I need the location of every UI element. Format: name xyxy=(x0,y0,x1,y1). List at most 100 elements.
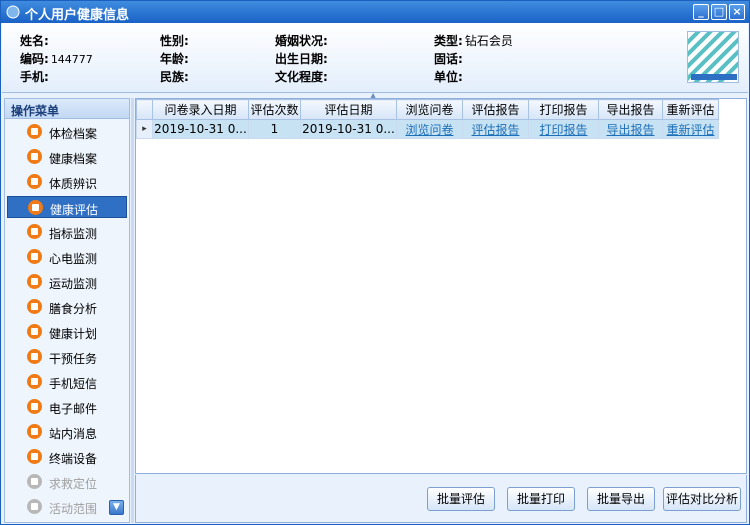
batch-assess-button[interactable]: 批量评估 xyxy=(427,487,495,511)
bars-icon xyxy=(27,274,42,289)
location-icon xyxy=(27,474,42,489)
sidebar-item-label: 手机短信 xyxy=(49,377,98,391)
panel-splitter[interactable] xyxy=(131,98,134,523)
sidebar-item-label: 体检档案 xyxy=(49,127,98,141)
view-questionnaire-link[interactable]: 浏览问卷 xyxy=(396,119,463,139)
name-label: 姓名: xyxy=(20,34,49,48)
landline-field: 固话: xyxy=(434,50,465,67)
sidebar-item[interactable]: 求救定位 xyxy=(7,471,127,493)
sidebar-item[interactable]: 运动监测 xyxy=(7,271,127,293)
code-value: 144777 xyxy=(50,53,93,66)
age-label: 年龄: xyxy=(160,52,189,66)
gender-label: 性别: xyxy=(160,34,189,48)
minimize-button[interactable]: _ xyxy=(693,4,709,20)
sidebar-item-label: 电子邮件 xyxy=(49,402,98,416)
sidebar-item-label: 终端设备 xyxy=(49,452,98,466)
sidebar-item-label: 心电监测 xyxy=(49,252,98,266)
assessment-grid: 问卷录入日期 评估次数 评估日期 浏览问卷 评估报告 打印报告 导出报告 重新评… xyxy=(135,98,747,474)
sidebar-item-label: 指标监测 xyxy=(49,227,98,241)
employer-field: 单位: xyxy=(434,68,465,85)
col-assess-date[interactable]: 评估日期 xyxy=(300,99,397,120)
row-indicator-icon[interactable]: ▸ xyxy=(136,119,153,139)
reassess-link[interactable]: 重新评估 xyxy=(662,119,719,139)
table-row[interactable]: ▸ 2019-10-31 0... 1 2019-10-31 0... 浏览问卷… xyxy=(136,119,719,139)
col-assess-report[interactable]: 评估报告 xyxy=(462,99,529,120)
type-field: 类型: 钻石会员 xyxy=(434,32,513,49)
col-export-report[interactable]: 导出报告 xyxy=(598,99,663,120)
compare-analysis-button[interactable]: 评估对比分析 xyxy=(663,487,741,511)
sidebar-item[interactable]: 干预任务 xyxy=(7,346,127,368)
col-print-report[interactable]: 打印报告 xyxy=(528,99,599,120)
sidebar-item[interactable]: 健康计划 xyxy=(7,321,127,343)
sidebar-item-label: 健康评估 xyxy=(50,203,99,217)
striped-logo-icon xyxy=(688,32,738,82)
close-button[interactable]: × xyxy=(729,4,745,20)
table-header-row: 问卷录入日期 评估次数 评估日期 浏览问卷 评估报告 打印报告 导出报告 重新评… xyxy=(136,99,719,120)
ring-icon xyxy=(27,174,42,189)
heart-icon xyxy=(27,249,42,264)
col-entry-date[interactable]: 问卷录入日期 xyxy=(152,99,249,120)
plan-icon xyxy=(27,324,42,339)
mobile-field: 手机: xyxy=(20,68,51,85)
menu-scroll-down-button[interactable]: ▼ xyxy=(109,500,124,515)
assess-report-link-text[interactable]: 评估报告 xyxy=(471,123,519,137)
view-questionnaire-link-text[interactable]: 浏览问卷 xyxy=(405,123,453,137)
mail-icon xyxy=(27,399,42,414)
sidebar-item-label: 干预任务 xyxy=(49,352,98,366)
sidebar-item[interactable]: 体质辨识 xyxy=(7,171,127,193)
export-report-link[interactable]: 导出报告 xyxy=(598,119,663,139)
sidebar-item[interactable]: 心电监测 xyxy=(7,246,127,268)
sidebar-item[interactable]: 健康档案 xyxy=(7,146,127,168)
print-report-link[interactable]: 打印报告 xyxy=(528,119,599,139)
main-window: 个人用户健康信息 _ □ × 姓名: 性别: 婚姻状况: 类型: 钻石会员 编码:… xyxy=(0,0,750,525)
cell-assess-date[interactable]: 2019-10-31 0... xyxy=(300,119,397,139)
mobile-label: 手机: xyxy=(20,70,49,84)
sidebar-item[interactable]: 体检档案 xyxy=(7,121,127,143)
marital-field: 婚姻状况: xyxy=(275,32,330,49)
sidebar-item[interactable]: 手机短信 xyxy=(7,371,127,393)
row-header-corner xyxy=(136,99,153,120)
batch-export-button[interactable]: 批量导出 xyxy=(587,487,655,511)
marital-label: 婚姻状况: xyxy=(275,34,328,48)
batch-print-button[interactable]: 批量打印 xyxy=(507,487,575,511)
sidebar-item[interactable]: 终端设备 xyxy=(7,446,127,468)
chart-icon xyxy=(28,200,43,215)
print-report-link-text[interactable]: 打印报告 xyxy=(539,123,587,137)
code-field: 编码: 144777 xyxy=(20,50,93,67)
landline-label: 固话: xyxy=(434,52,463,66)
menu-header: 操作菜单 xyxy=(5,99,129,119)
maximize-button[interactable]: □ xyxy=(711,4,727,20)
app-icon xyxy=(6,5,20,19)
col-view-questionnaire[interactable]: 浏览问卷 xyxy=(396,99,463,120)
sidebar-item[interactable]: 站内消息 xyxy=(7,421,127,443)
sidebar-item[interactable]: 指标监测 xyxy=(7,221,127,243)
task-icon xyxy=(27,349,42,364)
drop-icon xyxy=(27,224,42,239)
sidebar-item[interactable]: 健康评估 xyxy=(7,196,127,218)
sidebar-item-label: 站内消息 xyxy=(49,427,98,441)
sidebar-item-label: 体质辨识 xyxy=(49,177,98,191)
sidebar-item[interactable]: 电子邮件 xyxy=(7,396,127,418)
birth-field: 出生日期: xyxy=(275,50,330,67)
user-info-panel: 姓名: 性别: 婚姻状况: 类型: 钻石会员 编码: 144777 年龄: 出生日期… xyxy=(2,23,748,93)
education-field: 文化程度: xyxy=(275,68,330,85)
assess-report-link[interactable]: 评估报告 xyxy=(462,119,529,139)
employer-label: 单位: xyxy=(434,70,463,84)
birth-label: 出生日期: xyxy=(275,52,328,66)
code-label: 编码: xyxy=(20,52,49,66)
col-reassess[interactable]: 重新评估 xyxy=(662,99,719,120)
assessment-table: 问卷录入日期 评估次数 评估日期 浏览问卷 评估报告 打印报告 导出报告 重新评… xyxy=(136,99,719,139)
member-logo xyxy=(687,31,739,83)
title-bar[interactable]: 个人用户健康信息 _ □ × xyxy=(1,1,749,23)
col-assess-count[interactable]: 评估次数 xyxy=(248,99,301,120)
export-report-link-text[interactable]: 导出报告 xyxy=(606,123,654,137)
sidebar-item[interactable]: 膳食分析 xyxy=(7,296,127,318)
cell-entry-date[interactable]: 2019-10-31 0... xyxy=(152,119,249,139)
name-field: 姓名: xyxy=(20,32,51,49)
ethnicity-label: 民族: xyxy=(160,70,189,84)
window-title: 个人用户健康信息 xyxy=(25,8,130,23)
reassess-link-text[interactable]: 重新评估 xyxy=(666,123,714,137)
cell-assess-count[interactable]: 1 xyxy=(248,119,301,139)
sidebar-item-label: 健康档案 xyxy=(49,152,98,166)
bowl-icon xyxy=(27,299,42,314)
